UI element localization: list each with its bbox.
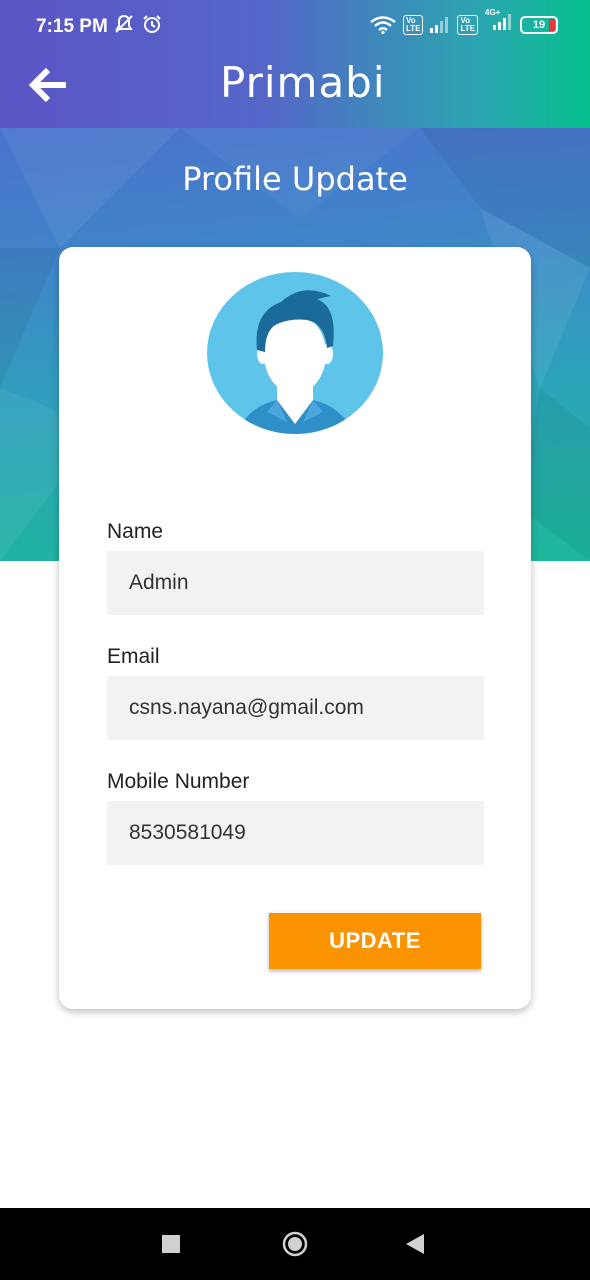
mobile-label: Mobile Number — [107, 770, 250, 793]
status-right-icons: Vo LTE Vo LTE 4G+ 19 — [370, 8, 558, 35]
app-bar: Primabi — [0, 44, 590, 128]
mobile-field[interactable]: 8530581049 — [107, 801, 484, 865]
signal-sim1-icon — [430, 16, 449, 33]
mute-icon — [115, 14, 133, 33]
wifi-icon — [370, 15, 396, 34]
status-left-icons — [114, 14, 162, 34]
name-field[interactable]: Admin — [107, 551, 484, 615]
email-field[interactable]: csns.nayana@gmail.com — [107, 676, 484, 740]
home-button[interactable] — [282, 1231, 308, 1262]
battery-level — [549, 18, 555, 31]
battery-indicator: 19 — [520, 15, 558, 34]
status-time: 7:15 PM — [36, 16, 108, 37]
recents-button[interactable] — [162, 1235, 180, 1258]
navigation-bar — [0, 1208, 590, 1280]
circle-icon — [282, 1231, 308, 1257]
status-bar: 7:15 PM Vo LTE Vo LTE 4G+ 19 — [0, 0, 590, 44]
volte-sim1-icon: Vo LTE — [402, 14, 424, 35]
page-title: Profile Update — [182, 160, 408, 198]
arrow-left-icon — [28, 67, 66, 103]
brand-logo: Primabi — [220, 58, 386, 107]
name-label: Name — [107, 520, 164, 543]
update-button[interactable]: UPDATE — [269, 913, 481, 969]
system-back-button[interactable] — [406, 1234, 426, 1259]
network-label: 4G+ — [485, 8, 501, 17]
battery-percent: 19 — [532, 18, 546, 31]
volte-sim2-icon: Vo LTE — [457, 14, 478, 35]
user-avatar-icon — [207, 272, 383, 434]
email-label: Email — [107, 645, 160, 668]
triangle-back-icon — [406, 1234, 424, 1254]
back-button[interactable] — [28, 64, 70, 106]
profile-card: Name Admin Email csns.nayana@gmail.com M… — [59, 247, 531, 1009]
alarm-icon — [143, 15, 161, 33]
signal-4g-sim2-icon: 4G+ — [485, 8, 513, 35]
square-icon — [162, 1235, 180, 1253]
